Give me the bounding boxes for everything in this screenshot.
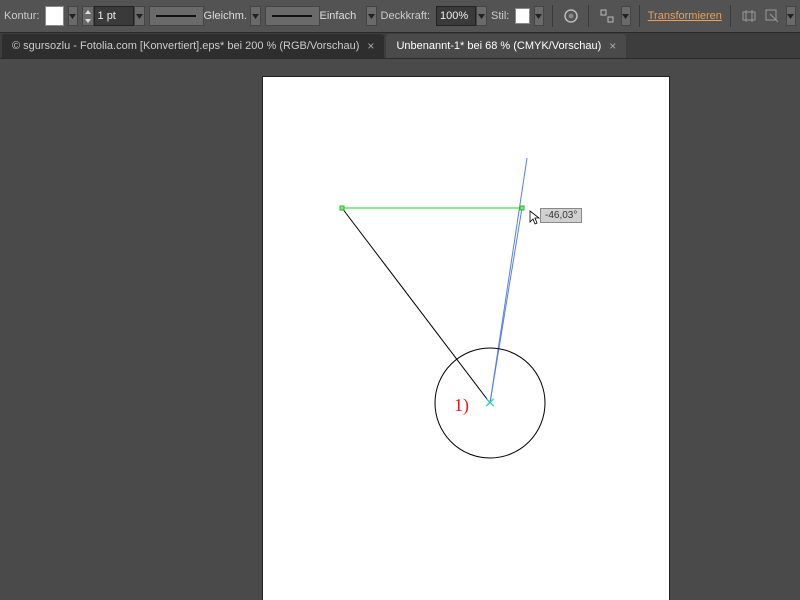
stroke-swatch[interactable] (45, 6, 63, 26)
dash-preview (149, 6, 204, 26)
close-icon[interactable]: × (609, 39, 616, 53)
opacity-label: Deckkraft: (381, 10, 431, 22)
direction-handle (490, 158, 527, 403)
anchor-point[interactable] (520, 206, 525, 211)
separator (730, 5, 731, 27)
tab-label: Unbenannt-1* bei 68 % (CMYK/Vorschau) (396, 40, 601, 52)
path-line-1 (342, 208, 490, 403)
brush-dropdown[interactable] (366, 6, 377, 26)
stroke-label: Kontur: (4, 10, 39, 22)
options-toolbar: Kontur: Gleichm. Einfach Deckkraft: Stil… (0, 0, 800, 33)
align-dropdown[interactable] (621, 6, 631, 26)
stroke-weight-input[interactable] (94, 6, 134, 26)
weight-dropdown[interactable] (134, 6, 145, 26)
drawing-svg (263, 77, 669, 600)
mask-icon[interactable] (762, 5, 782, 27)
align-icon[interactable] (597, 5, 617, 27)
style-label: Stil: (491, 10, 509, 22)
smart-guide-cross-icon: ✕ (484, 395, 496, 412)
anchor-point[interactable] (340, 206, 345, 211)
brush-label: Einfach (320, 10, 366, 22)
style-swatch[interactable] (515, 8, 529, 24)
tab-label: © sgursozlu - Fotolia.com [Konvertiert].… (12, 40, 359, 52)
separator (588, 5, 589, 27)
separator (552, 5, 553, 27)
angle-tooltip: -46,03° (540, 208, 582, 223)
dash-dropdown[interactable] (250, 6, 261, 26)
transform-link[interactable]: Transformieren (648, 10, 722, 22)
weight-stepper[interactable] (82, 6, 94, 26)
brush-preview (265, 6, 320, 26)
opacity-dropdown[interactable] (476, 6, 487, 26)
workspace: ✕ 1) -46,03° (0, 59, 800, 600)
stroke-swatch-dropdown[interactable] (68, 6, 78, 26)
mask-dropdown[interactable] (786, 6, 796, 26)
artboard[interactable]: ✕ 1) -46,03° (263, 77, 669, 600)
separator (639, 5, 640, 27)
tab-inactive[interactable]: © sgursozlu - Fotolia.com [Konvertiert].… (2, 34, 384, 58)
close-icon[interactable]: × (367, 39, 374, 53)
dash-type-label: Gleichm. (204, 10, 250, 22)
document-tabs: © sgursozlu - Fotolia.com [Konvertiert].… (0, 33, 800, 59)
annotation-step-1: 1) (454, 395, 469, 416)
recolor-icon[interactable] (561, 5, 581, 27)
opacity-input[interactable] (436, 6, 476, 26)
isolate-icon[interactable] (739, 5, 759, 27)
tab-active[interactable]: Unbenannt-1* bei 68 % (CMYK/Vorschau) × (386, 34, 626, 58)
style-dropdown[interactable] (534, 6, 544, 26)
